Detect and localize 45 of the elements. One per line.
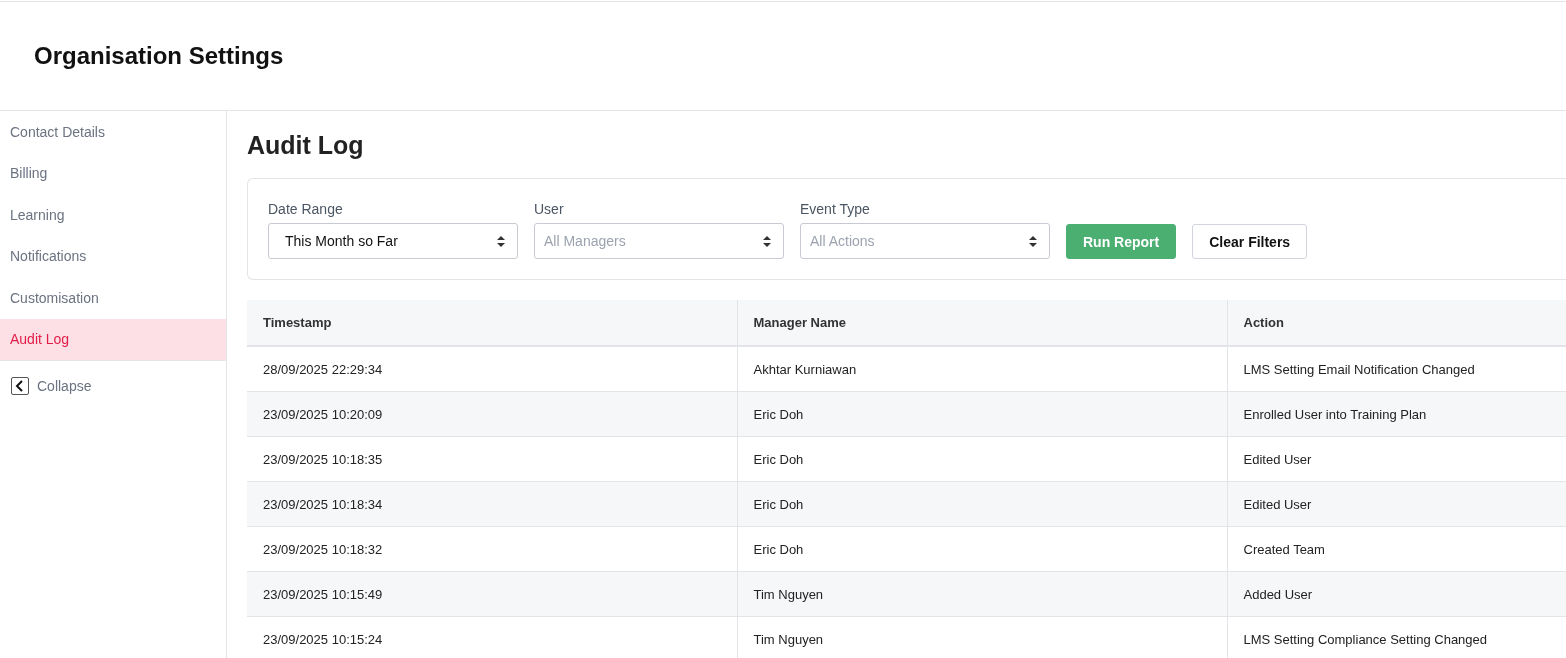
section-title: Audit Log [247, 131, 365, 160]
table-cell: LMS Setting Compliance Setting Changed [1227, 616, 1566, 658]
table-cell: 23/09/2025 10:18:34 [247, 481, 737, 527]
table-cell: Eric Doh [737, 526, 1227, 572]
table-cell: LMS Setting Email Notification Changed [1227, 346, 1566, 392]
table-cell: 23/09/2025 10:18:32 [247, 526, 737, 572]
field-label: Date Range [268, 201, 344, 217]
table-cell: Eric Doh [737, 481, 1227, 527]
table-cell: Created Team [1227, 526, 1566, 572]
table-cell: 23/09/2025 10:18:35 [247, 436, 737, 482]
sort-arrows-icon [763, 235, 771, 247]
sort-arrows-icon [497, 235, 505, 247]
table-cell: Eric Doh [737, 391, 1227, 437]
column-header: Action [1227, 300, 1566, 346]
field-label: Event Type [800, 201, 871, 217]
select-field[interactable]: This Month so Far [268, 223, 518, 259]
table-cell: 23/09/2025 10:15:24 [247, 616, 737, 658]
table-cell: Edited User [1227, 481, 1566, 527]
sidebar-item[interactable]: Billing [0, 152, 226, 194]
column-header: Manager Name [737, 300, 1227, 346]
table-cell: Tim Nguyen [737, 571, 1227, 617]
field-label: User [534, 201, 565, 217]
table-cell: Tim Nguyen [737, 616, 1227, 658]
sidebar-item[interactable]: Contact Details [0, 111, 226, 153]
sidebar-item[interactable]: Audit Log [0, 318, 226, 361]
table-cell: 23/09/2025 10:20:09 [247, 391, 737, 437]
sidebar-item[interactable]: Learning [0, 194, 226, 236]
table-cell: 28/09/2025 22:29:34 [247, 346, 737, 392]
chevron-left-icon [11, 377, 29, 395]
select-field[interactable]: All Actions [800, 223, 1050, 259]
sidebar-item[interactable]: Customisation [0, 277, 226, 319]
page-header-title: Organisation Settings [34, 42, 284, 70]
sidebar-item[interactable]: Notifications [0, 235, 226, 277]
table-cell: Added User [1227, 571, 1566, 617]
collapse-button[interactable]: Collapse [0, 361, 226, 411]
table-cell: Enrolled User into Training Plan [1227, 391, 1566, 437]
column-header: Timestamp [247, 300, 737, 346]
clear-filters-button[interactable]: Clear Filters [1192, 224, 1308, 259]
select-field[interactable]: All Managers [534, 223, 784, 259]
table-cell: Akhtar Kurniawan [737, 346, 1227, 392]
sort-arrows-icon [1029, 235, 1037, 247]
run-report-button[interactable]: Run Report [1066, 224, 1177, 259]
table-cell: Edited User [1227, 436, 1566, 482]
table-cell: 23/09/2025 10:15:49 [247, 571, 737, 617]
table-cell: Eric Doh [737, 436, 1227, 482]
